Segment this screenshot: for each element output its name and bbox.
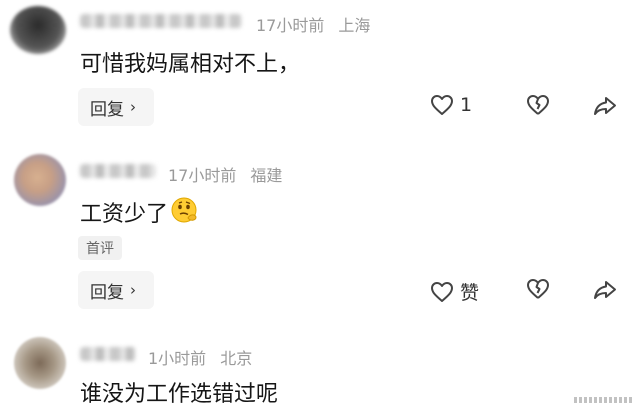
chevron-right-icon: › — [130, 98, 136, 116]
heart-icon — [431, 281, 453, 302]
dislike-button[interactable] — [526, 278, 550, 300]
reply-label: 回复 — [90, 99, 124, 120]
comment-text: 工资少了 — [80, 196, 200, 230]
thinking-face-emoji — [170, 196, 200, 230]
share-button[interactable] — [593, 95, 617, 117]
like-count: 1 — [460, 94, 473, 116]
comment-text: 可惜我妈属相对不上， — [80, 52, 301, 77]
dislike-button[interactable] — [526, 94, 550, 116]
like-button[interactable]: 1 — [430, 94, 472, 116]
comment-time: 17小时前 — [168, 166, 237, 185]
comment-time: 1小时前 — [148, 349, 207, 368]
username-blurred[interactable] — [80, 347, 136, 361]
chevron-right-icon: › — [130, 281, 136, 299]
avatar[interactable] — [10, 6, 66, 54]
avatar[interactable] — [14, 337, 66, 389]
comment-text-content: 工资少了 — [80, 202, 169, 227]
avatar[interactable] — [14, 154, 66, 206]
reply-button[interactable]: 回复 › — [78, 271, 154, 309]
comment-text: 谁没为工作选错过呢 — [80, 382, 279, 407]
username-blurred[interactable] — [80, 164, 156, 178]
reply-button[interactable]: 回复 › — [78, 88, 154, 126]
reply-label: 回复 — [90, 282, 124, 303]
share-arrow-icon — [594, 281, 616, 299]
comment-location: 上海 — [338, 16, 371, 35]
comment-meta: 17小时前 上海 — [256, 12, 370, 36]
heart-icon — [431, 95, 453, 115]
broken-heart-icon — [527, 279, 549, 299]
first-comment-badge: 首评 — [78, 236, 122, 260]
username-blurred[interactable] — [80, 14, 242, 28]
comment-time: 17小时前 — [256, 16, 325, 35]
like-label: 赞 — [460, 282, 480, 304]
comment-meta: 1小时前 北京 — [148, 345, 252, 369]
comment-location: 福建 — [250, 166, 283, 185]
comment-location: 北京 — [220, 349, 253, 368]
share-arrow-icon — [594, 97, 616, 115]
broken-heart-icon — [527, 95, 549, 115]
comment-meta: 17小时前 福建 — [168, 162, 282, 186]
like-button[interactable]: 赞 — [430, 278, 479, 305]
share-button[interactable] — [593, 279, 617, 301]
watermark — [574, 397, 634, 403]
